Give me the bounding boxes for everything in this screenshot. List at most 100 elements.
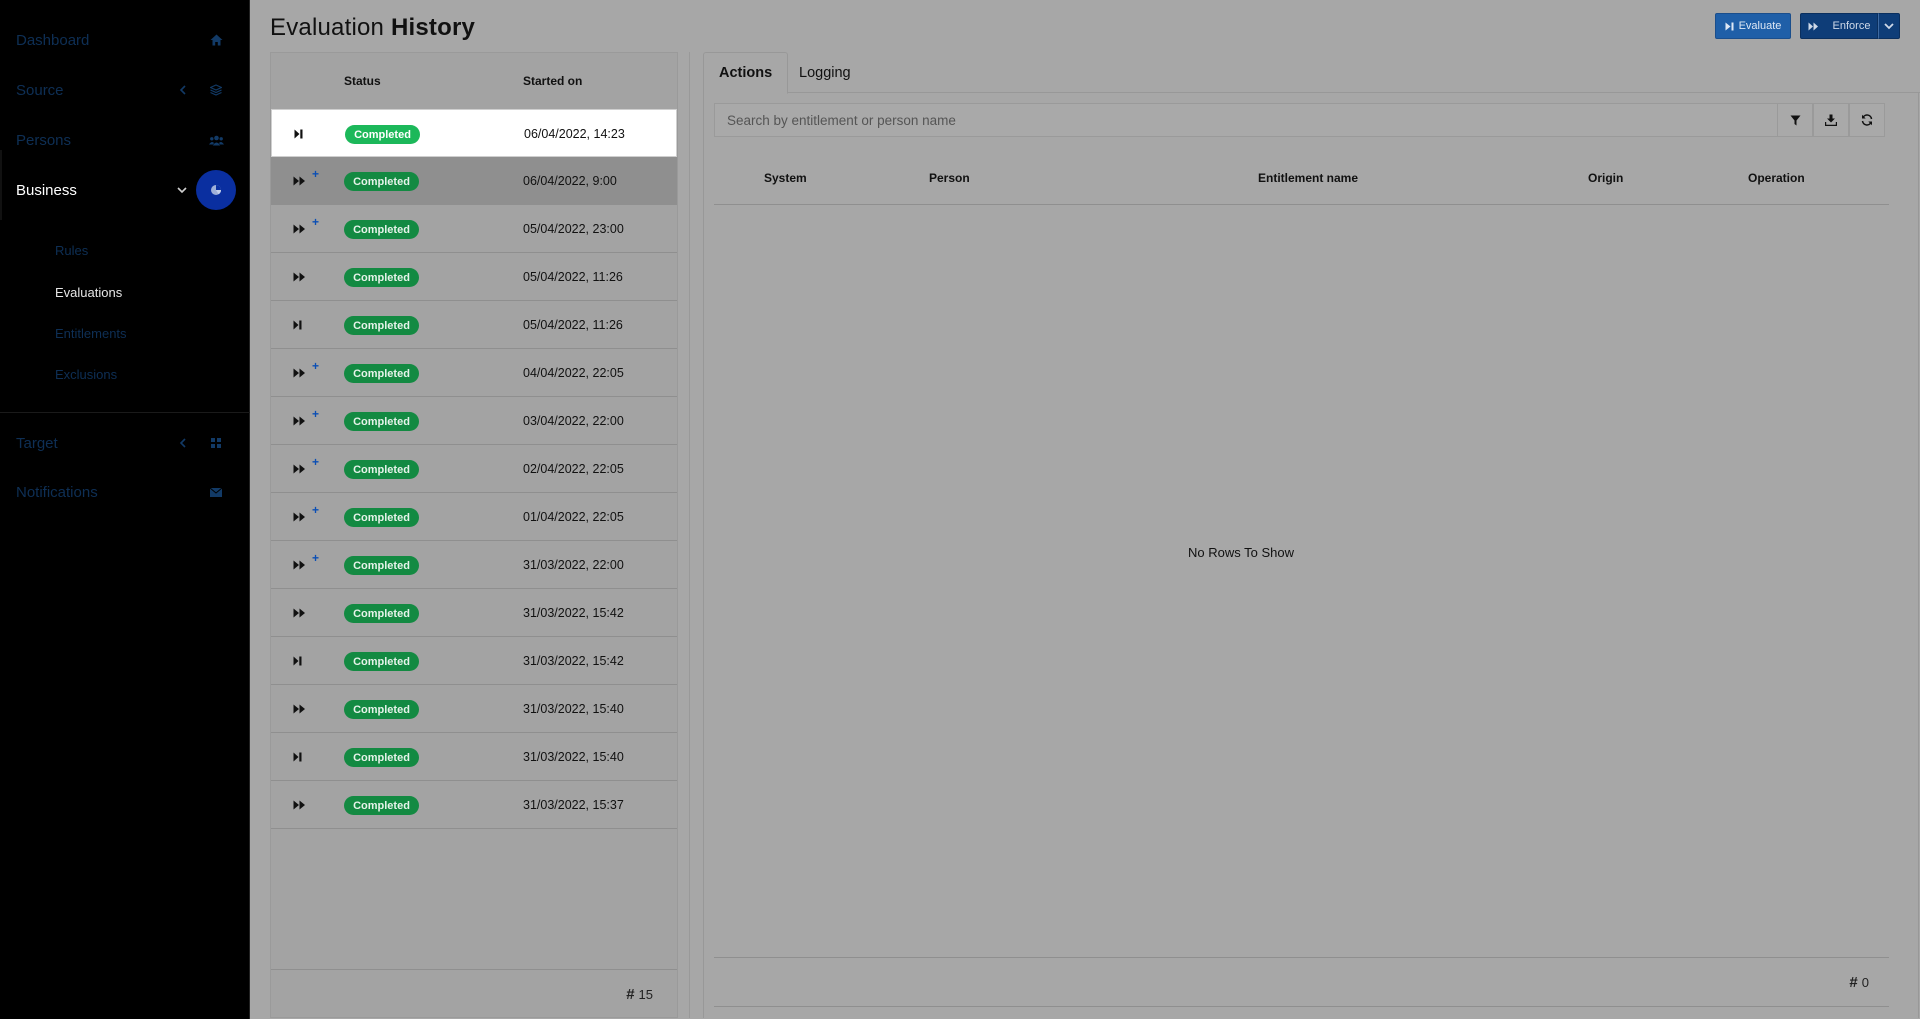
envelope-icon xyxy=(207,483,225,501)
started-on-cell: 06/04/2022, 14:23 xyxy=(524,127,625,141)
evaluate-button[interactable]: Evaluate xyxy=(1715,13,1791,39)
filter-button[interactable] xyxy=(1777,103,1813,137)
table-row[interactable]: Completed 05/04/2022, 11:26 xyxy=(271,253,677,301)
status-badge: Completed xyxy=(344,796,419,815)
table-row[interactable]: + Completed 31/03/2022, 22:00 xyxy=(271,541,677,589)
status-badge: Completed xyxy=(344,220,419,239)
sidebar-item-label: Persons xyxy=(16,131,72,149)
status-badge: Completed xyxy=(344,460,419,479)
table-row[interactable]: Completed 31/03/2022, 15:37 xyxy=(271,781,677,829)
status-badge: Completed xyxy=(344,172,419,191)
table-row[interactable]: Completed 06/04/2022, 14:23 xyxy=(271,109,677,157)
main-content: Evaluation History Evaluate Enforce Stat… xyxy=(250,0,1920,1019)
database-icon xyxy=(207,81,225,99)
sidebar-item-dashboard[interactable]: Dashboard xyxy=(0,20,250,60)
evaluate-label: Evaluate xyxy=(1738,20,1782,32)
chevron-down-icon xyxy=(176,184,188,196)
download-icon xyxy=(1825,114,1837,126)
column-header-system[interactable]: System xyxy=(764,171,807,185)
step-forward-icon xyxy=(293,317,323,333)
status-badge: Completed xyxy=(344,268,419,287)
table-row[interactable]: Completed 05/04/2022, 11:26 xyxy=(271,301,677,349)
column-header-status[interactable]: Status xyxy=(344,74,381,88)
plus-icon: + xyxy=(312,455,320,469)
table-row[interactable]: + Completed 03/04/2022, 22:00 xyxy=(271,397,677,445)
chevron-left-icon xyxy=(176,84,188,96)
fast-forward-icon xyxy=(293,605,323,621)
page-title-bold: History xyxy=(390,14,476,41)
users-icon xyxy=(207,131,225,149)
started-on-cell: 03/04/2022, 22:00 xyxy=(523,414,624,428)
started-on-cell: 05/04/2022, 11:26 xyxy=(523,318,623,332)
sidebar-subitem-rules[interactable]: Rules xyxy=(55,243,88,258)
table-row[interactable]: + Completed 06/04/2022, 9:00 xyxy=(271,157,677,205)
evaluation-history-grid: Status Started on Completed 06/04/2022, 1… xyxy=(270,52,678,1018)
chart-pie-icon xyxy=(196,170,236,210)
hash-icon: # xyxy=(1849,974,1858,991)
table-row[interactable]: Completed 31/03/2022, 15:40 xyxy=(271,733,677,781)
sidebar-item-persons[interactable]: Persons xyxy=(0,120,250,160)
fast-forward-icon xyxy=(1808,22,1819,31)
plus-icon: + xyxy=(312,359,320,373)
fast-forward-icon xyxy=(293,797,323,813)
started-on-cell: 31/03/2022, 15:42 xyxy=(523,606,624,620)
table-row[interactable]: + Completed 05/04/2022, 23:00 xyxy=(271,205,677,253)
sidebar-item-label: Business xyxy=(16,181,77,199)
sidebar-subitem-exclusions[interactable]: Exclusions xyxy=(55,367,117,382)
row-count-value: 0 xyxy=(1861,975,1869,990)
chevron-down-icon xyxy=(1884,22,1894,30)
row-count-value: 15 xyxy=(638,987,653,1002)
table-row[interactable]: Completed 31/03/2022, 15:42 xyxy=(271,589,677,637)
column-header-operation[interactable]: Operation xyxy=(1748,171,1805,185)
column-header-origin[interactable]: Origin xyxy=(1588,171,1623,185)
plus-icon: + xyxy=(312,167,320,181)
filter-icon xyxy=(1790,115,1801,126)
fast-forward-icon xyxy=(293,701,323,717)
table-row[interactable]: Completed 31/03/2022, 15:40 xyxy=(271,685,677,733)
status-badge: Completed xyxy=(345,125,420,144)
status-badge: Completed xyxy=(344,508,419,527)
column-header-started-on[interactable]: Started on xyxy=(523,74,582,88)
tab-actions[interactable]: Actions xyxy=(703,52,789,94)
started-on-cell: 01/04/2022, 22:05 xyxy=(523,510,624,524)
column-header-person[interactable]: Person xyxy=(929,171,970,185)
table-row[interactable]: + Completed 01/04/2022, 22:05 xyxy=(271,493,677,541)
enforce-dropdown-button[interactable] xyxy=(1878,13,1900,39)
download-button[interactable] xyxy=(1813,103,1849,137)
column-header-entitlement-name[interactable]: Entitlement name xyxy=(1258,171,1358,185)
started-on-cell: 06/04/2022, 9:00 xyxy=(523,174,617,188)
status-badge: Completed xyxy=(344,652,419,671)
plus-icon: + xyxy=(312,215,320,229)
status-badge: Completed xyxy=(344,412,419,431)
search-box xyxy=(714,103,1801,137)
started-on-cell: 31/03/2022, 15:40 xyxy=(523,750,624,764)
sidebar-item-target[interactable]: Target xyxy=(0,423,250,463)
actions-tab-panel xyxy=(703,93,1919,1018)
table-row[interactable]: + Completed 02/04/2022, 22:05 xyxy=(271,445,677,493)
sidebar-item-label: Dashboard xyxy=(16,31,90,49)
sidebar-item-source[interactable]: Source xyxy=(0,70,250,110)
actions-grid-footer: # 0 xyxy=(714,957,1889,1007)
sidebar-subitem-entitlements[interactable]: Entitlements xyxy=(55,326,127,341)
page-title-light: Evaluation xyxy=(270,14,385,41)
panel-splitter[interactable] xyxy=(689,52,690,1018)
started-on-cell: 31/03/2022, 15:37 xyxy=(523,798,624,812)
refresh-icon xyxy=(1861,114,1873,126)
tab-logging[interactable]: Logging xyxy=(784,52,866,93)
step-forward-icon xyxy=(294,126,324,142)
plus-icon: + xyxy=(312,407,320,421)
table-row[interactable]: Completed 31/03/2022, 15:42 xyxy=(271,637,677,685)
started-on-cell: 31/03/2022, 15:42 xyxy=(523,654,624,668)
sidebar-divider xyxy=(0,412,250,413)
table-row[interactable]: + Completed 04/04/2022, 22:05 xyxy=(271,349,677,397)
fast-forward-icon xyxy=(293,269,323,285)
search-input[interactable] xyxy=(715,104,1800,136)
sidebar-item-notifications[interactable]: Notifications xyxy=(0,472,250,512)
history-grid-footer: # 15 xyxy=(271,969,677,1017)
refresh-button[interactable] xyxy=(1849,103,1885,137)
sidebar-subitem-evaluations[interactable]: Evaluations xyxy=(55,285,122,300)
plus-icon: + xyxy=(312,551,320,565)
enforce-button[interactable]: Enforce xyxy=(1800,13,1878,39)
hash-icon: # xyxy=(626,986,635,1003)
home-icon xyxy=(207,31,225,49)
